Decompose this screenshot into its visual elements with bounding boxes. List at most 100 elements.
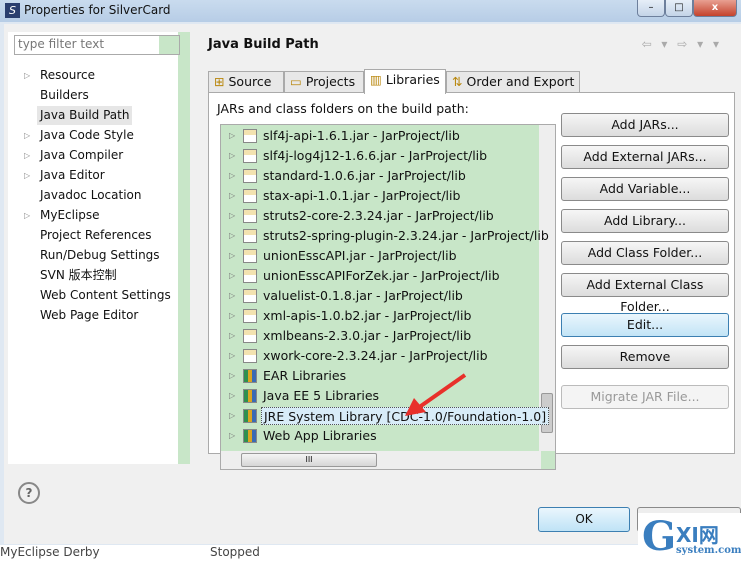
expand-arrow-icon[interactable]: ▷ [229, 366, 235, 386]
jar-icon [243, 289, 257, 303]
taskbar-left: MyEclipse Derby [0, 545, 100, 559]
filter-input[interactable]: type filter text [14, 35, 180, 55]
sidebar-item[interactable]: Run/Debug Settings [37, 246, 163, 265]
entry-label: stax-api-1.0.1.jar - JarProject/lib [263, 188, 461, 203]
expand-arrow-icon[interactable]: ▷ [229, 386, 235, 406]
entry-label: struts2-core-2.3.24.jar - JarProject/lib [263, 208, 494, 223]
sidebar-item[interactable]: Java Compiler [37, 146, 126, 165]
sidebar-item[interactable]: Java Build Path [37, 106, 133, 125]
jar-icon [243, 129, 257, 143]
sidebar-item[interactable]: Web Content Settings [37, 286, 174, 305]
library-icon [243, 369, 257, 383]
expand-arrow-icon[interactable]: ▷ [229, 266, 235, 286]
tab-source[interactable]: ⊞ Source [208, 71, 284, 93]
expand-arrow-icon[interactable]: ▷ [229, 146, 235, 166]
edit-button[interactable]: Edit... [561, 313, 729, 337]
sidebar-item[interactable]: Builders [37, 86, 92, 105]
tab-projects[interactable]: ▭ Projects [284, 71, 364, 93]
ok-button[interactable]: OK [538, 507, 630, 532]
jar-icon [243, 169, 257, 183]
window-title: Properties for SilverCard [24, 3, 171, 17]
minimize-button[interactable]: – [637, 0, 665, 17]
tab-icon: ▭ [290, 74, 302, 89]
taskbar-right: Stopped [210, 545, 260, 559]
tab-icon: ⊞ [214, 74, 225, 89]
add-external-class-folder-button[interactable]: Add External Class Folder... [561, 273, 729, 314]
page-title: Java Build Path [208, 37, 319, 52]
expand-arrow-icon[interactable]: ▷ [229, 166, 235, 186]
sidebar: type filter text ▷ Resource Builders Java B… [8, 32, 190, 464]
tab-icon: ▥ [370, 72, 382, 87]
expand-arrow-icon[interactable]: ▷ [229, 206, 235, 226]
entry-label: unionEsscAPIForZek.jar - JarProject/lib [263, 268, 500, 283]
remove-button[interactable]: Remove [561, 345, 729, 369]
entry-label: xmlbeans-2.3.0.jar - JarProject/lib [263, 328, 472, 343]
red-arrow-annotation [405, 373, 467, 416]
close-button[interactable]: x [693, 0, 737, 17]
app-icon: S [5, 3, 20, 18]
sidebar-item[interactable]: Web Page Editor [37, 306, 141, 325]
jar-icon [243, 349, 257, 363]
entry-label: standard-1.0.6.jar - JarProject/lib [263, 168, 466, 183]
properties-dialog: type filter text ▷ Resource Builders Java B… [4, 24, 741, 544]
expand-arrow-icon[interactable]: ▷ [229, 326, 235, 346]
maximize-button[interactable]: □ [665, 0, 693, 17]
migrate-jar-file-button: Migrate JAR File... [561, 385, 729, 409]
entry-label: EAR Libraries [263, 368, 347, 383]
expand-arrow-icon[interactable]: ▷ [24, 211, 30, 220]
expand-arrow-icon[interactable]: ▷ [24, 131, 30, 140]
horizontal-scrollbar[interactable]: III [221, 451, 541, 469]
jar-icon [243, 209, 257, 223]
expand-arrow-icon[interactable]: ▷ [229, 246, 235, 266]
jar-icon [243, 269, 257, 283]
sidebar-item[interactable]: Resource [37, 66, 98, 85]
sidebar-item[interactable]: Java Editor [37, 166, 108, 185]
libraries-panel: JARs and class folders on the build path… [208, 92, 735, 470]
tab-icon: ⇅ [452, 74, 463, 89]
entry-label: Web App Libraries [263, 428, 377, 443]
sidebar-item[interactable]: MyEclipse [37, 206, 103, 225]
title-bar: S Properties for SilverCard – □ x [0, 0, 741, 22]
entry-label: Java EE 5 Libraries [263, 388, 380, 403]
jar-icon [243, 249, 257, 263]
expand-arrow-icon[interactable]: ▷ [229, 306, 235, 326]
entry-label: struts2-spring-plugin-2.3.24.jar - JarPr… [263, 228, 549, 243]
expand-arrow-icon[interactable]: ▷ [24, 171, 30, 180]
sidebar-item[interactable]: SVN 版本控制 [37, 266, 120, 285]
expand-arrow-icon[interactable]: ▷ [229, 426, 235, 446]
expand-arrow-icon[interactable]: ▷ [229, 186, 235, 206]
expand-arrow-icon[interactable]: ▷ [229, 406, 235, 426]
jar-icon [243, 149, 257, 163]
entry-label: unionEsscAPI.jar - JarProject/lib [263, 248, 457, 263]
nav-arrows[interactable]: ⇦ ▾ ⇨ ▾ ▾ [642, 37, 722, 51]
expand-arrow-icon[interactable]: ▷ [24, 151, 30, 160]
sidebar-item[interactable]: Java Code Style [37, 126, 137, 145]
expand-arrow-icon[interactable]: ▷ [229, 226, 235, 246]
add-jars-button[interactable]: Add JARs... [561, 113, 729, 137]
expand-arrow-icon[interactable]: ▷ [229, 286, 235, 306]
add-library-button[interactable]: Add Library... [561, 209, 729, 233]
add-external-jars-button[interactable]: Add External JARs... [561, 145, 729, 169]
library-icon [243, 389, 257, 403]
tab-libraries[interactable]: ▥ Libraries [364, 69, 446, 94]
vertical-scrollbar[interactable] [539, 125, 555, 451]
sidebar-item[interactable]: Project References [37, 226, 155, 245]
background-taskbar: MyEclipse Derby Stopped [0, 545, 741, 562]
expand-arrow-icon[interactable]: ▷ [229, 346, 235, 366]
jar-icon [243, 189, 257, 203]
expand-arrow-icon[interactable]: ▷ [24, 71, 30, 80]
entry-label: xwork-core-2.3.24.jar - JarProject/lib [263, 348, 488, 363]
library-icon [243, 429, 257, 443]
tab-label: Projects [305, 74, 356, 89]
entry-label: slf4j-log4j12-1.6.6.jar - JarProject/lib [263, 148, 488, 163]
tab-order-and-export[interactable]: ⇅ Order and Export [446, 71, 580, 93]
sidebar-item[interactable]: Javadoc Location [37, 186, 144, 205]
help-icon[interactable]: ? [18, 482, 40, 504]
expand-arrow-icon[interactable]: ▷ [229, 126, 235, 146]
tab-label: Source [228, 74, 272, 89]
page-area: Java Build Path ⇦ ▾ ⇨ ▾ ▾ ⊞ Source ▭ Projec… [202, 32, 741, 470]
filter-placeholder: type filter text [18, 37, 105, 51]
build-path-list[interactable]: III ▷ slf4j-api-1.6.1.jar - JarProject/li… [220, 124, 556, 470]
add-variable-button[interactable]: Add Variable... [561, 177, 729, 201]
add-class-folder-button[interactable]: Add Class Folder... [561, 241, 729, 265]
